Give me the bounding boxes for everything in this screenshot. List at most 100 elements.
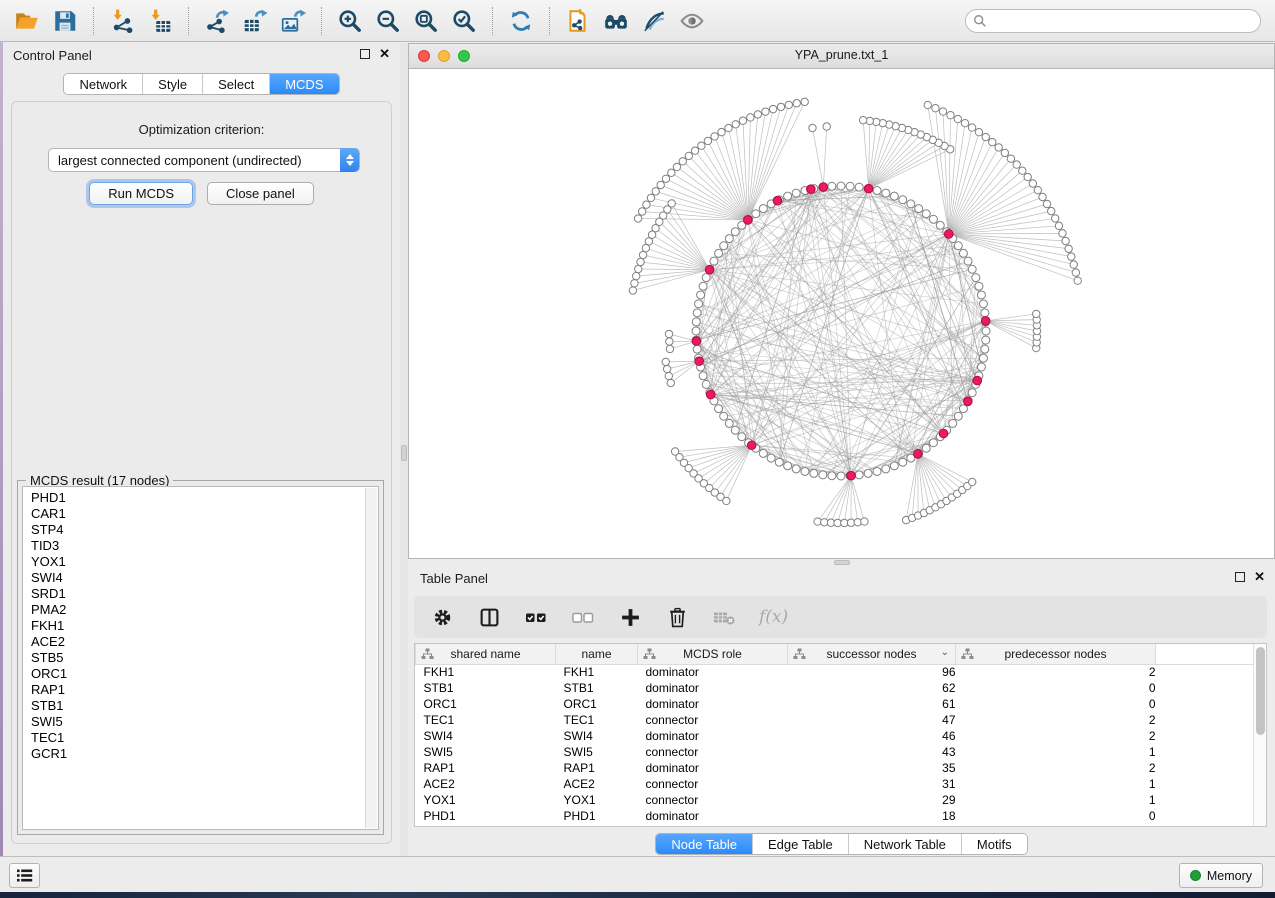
unselect-all-icon [571, 607, 595, 628]
list-item[interactable]: STB5 [24, 650, 364, 666]
list-item[interactable]: SWI5 [24, 714, 364, 730]
float-panel-icon[interactable] [360, 49, 370, 59]
show-hide-panel-button[interactable] [675, 4, 709, 38]
toolbar-separator [188, 7, 189, 35]
import-table-icon [147, 8, 173, 34]
add-column-button[interactable] [618, 605, 642, 629]
toolbar-separator [549, 7, 550, 35]
table-row[interactable]: SWI4SWI4dominator462 [416, 728, 1255, 744]
zoom-fit-button[interactable] [409, 4, 443, 38]
table-toolbar: f(x) [414, 596, 1267, 638]
column-header[interactable]: successor nodes⌄ [788, 644, 956, 664]
tab-network[interactable]: Network [64, 74, 142, 94]
search-network-button[interactable] [599, 4, 633, 38]
splitter-grip[interactable] [401, 445, 407, 461]
tab-select[interactable]: Select [202, 74, 269, 94]
list-item[interactable]: STP4 [24, 522, 364, 538]
trash-icon [667, 607, 688, 628]
function-builder-button[interactable]: f(x) [759, 607, 788, 627]
network-canvas[interactable] [409, 69, 1274, 558]
list-item[interactable]: ORC1 [24, 666, 364, 682]
delete-column-button[interactable] [665, 605, 689, 629]
memory-button[interactable]: Memory [1179, 863, 1263, 888]
table-row[interactable]: SWI5SWI5connector431 [416, 744, 1255, 760]
export-network-button[interactable] [200, 4, 234, 38]
optimization-criterion-select[interactable]: largest connected component (undirected) [48, 148, 360, 172]
column-header[interactable]: name [556, 644, 638, 664]
list-item[interactable]: PHD1 [24, 490, 364, 506]
close-panel-icon[interactable]: ✕ [379, 48, 390, 60]
list-item[interactable]: PMA2 [24, 602, 364, 618]
list-item[interactable]: RAP1 [24, 682, 364, 698]
delete-table-icon [712, 607, 736, 628]
list-item[interactable]: CAR1 [24, 506, 364, 522]
panel-menu-button[interactable] [9, 863, 40, 888]
list-item[interactable]: YOX1 [24, 554, 364, 570]
gear-icon [432, 607, 453, 628]
zoom-selected-button[interactable] [447, 4, 481, 38]
select-all-icon [524, 607, 548, 628]
column-header[interactable]: MCDS role [638, 644, 788, 664]
table-row[interactable]: TEC1TEC1connector472 [416, 712, 1255, 728]
scrollbar-thumb[interactable] [1256, 647, 1265, 735]
import-network-button[interactable] [105, 4, 139, 38]
list-item[interactable]: ACE2 [24, 634, 364, 650]
close-panel-button[interactable]: Close panel [207, 182, 314, 205]
tab-style[interactable]: Style [142, 74, 202, 94]
list-item[interactable]: SWI4 [24, 570, 364, 586]
table-row[interactable]: ORC1ORC1dominator610 [416, 696, 1255, 712]
mcds-list-scrollbar[interactable] [365, 488, 377, 828]
run-mcds-button[interactable]: Run MCDS [89, 182, 193, 205]
table-options-button[interactable] [430, 605, 454, 629]
mcds-result-groupbox: MCDS result (17 nodes) PHD1CAR1STP4TID3Y… [17, 480, 384, 835]
column-header[interactable]: predecessor nodes [956, 644, 1156, 664]
list-item[interactable]: FKH1 [24, 618, 364, 634]
zoom-out-button[interactable] [371, 4, 405, 38]
table-row[interactable]: RAP1RAP1dominator352 [416, 760, 1255, 776]
toolbar-separator [93, 7, 94, 35]
zoom-in-button[interactable] [333, 4, 367, 38]
plus-icon [620, 607, 641, 628]
table-row[interactable]: FKH1FKH1dominator962 [416, 664, 1255, 680]
mcds-result-list: PHD1CAR1STP4TID3YOX1SWI4SRD1PMA2FKH1ACE2… [22, 486, 379, 830]
float-panel-icon[interactable] [1235, 572, 1245, 582]
list-item[interactable]: STB1 [24, 698, 364, 714]
table-row[interactable]: YOX1YOX1connector291 [416, 792, 1255, 808]
vertical-splitter[interactable] [400, 43, 408, 856]
show-columns-button[interactable] [477, 605, 501, 629]
new-network-from-selection-button[interactable] [561, 4, 595, 38]
refresh-layout-button[interactable] [504, 4, 538, 38]
close-panel-icon[interactable]: ✕ [1254, 571, 1265, 583]
open-session-button[interactable] [10, 4, 44, 38]
search-input[interactable] [987, 11, 1260, 31]
table-type-tabs: Node TableEdge TableNetwork TableMotifs [655, 833, 1027, 855]
memory-label: Memory [1207, 869, 1252, 883]
tab-motifs[interactable]: Motifs [961, 834, 1027, 854]
splitter-grip[interactable] [834, 560, 850, 565]
table-scrollbar[interactable] [1253, 644, 1266, 826]
table-panel: Table Panel ✕ [408, 566, 1275, 856]
delete-table-button[interactable] [712, 605, 736, 629]
column-header[interactable]: shared name [416, 644, 556, 664]
tab-edge-table[interactable]: Edge Table [752, 834, 848, 854]
table-row[interactable]: PHD1PHD1dominator180 [416, 808, 1255, 824]
list-item[interactable]: SRD1 [24, 586, 364, 602]
export-image-button[interactable] [276, 4, 310, 38]
table-row[interactable]: ACE2ACE2connector311 [416, 776, 1255, 792]
horizontal-splitter[interactable] [408, 559, 1275, 566]
list-item[interactable]: TID3 [24, 538, 364, 554]
list-item[interactable]: GCR1 [24, 746, 364, 762]
tab-mcds[interactable]: MCDS [269, 74, 338, 94]
control-panel-tabs: NetworkStyleSelectMCDS [63, 73, 339, 95]
tab-node-table[interactable]: Node Table [656, 834, 752, 854]
list-item[interactable]: TEC1 [24, 730, 364, 746]
save-session-button[interactable] [48, 4, 82, 38]
toggle-graphics-details-button[interactable] [637, 4, 671, 38]
export-table-button[interactable] [238, 4, 272, 38]
import-table-button[interactable] [143, 4, 177, 38]
tab-network-table[interactable]: Network Table [848, 834, 961, 854]
control-panel-title: Control Panel [13, 48, 92, 63]
table-row[interactable]: STB1STB1dominator620 [416, 680, 1255, 696]
unselect-all-button[interactable] [571, 605, 595, 629]
select-all-button[interactable] [524, 605, 548, 629]
